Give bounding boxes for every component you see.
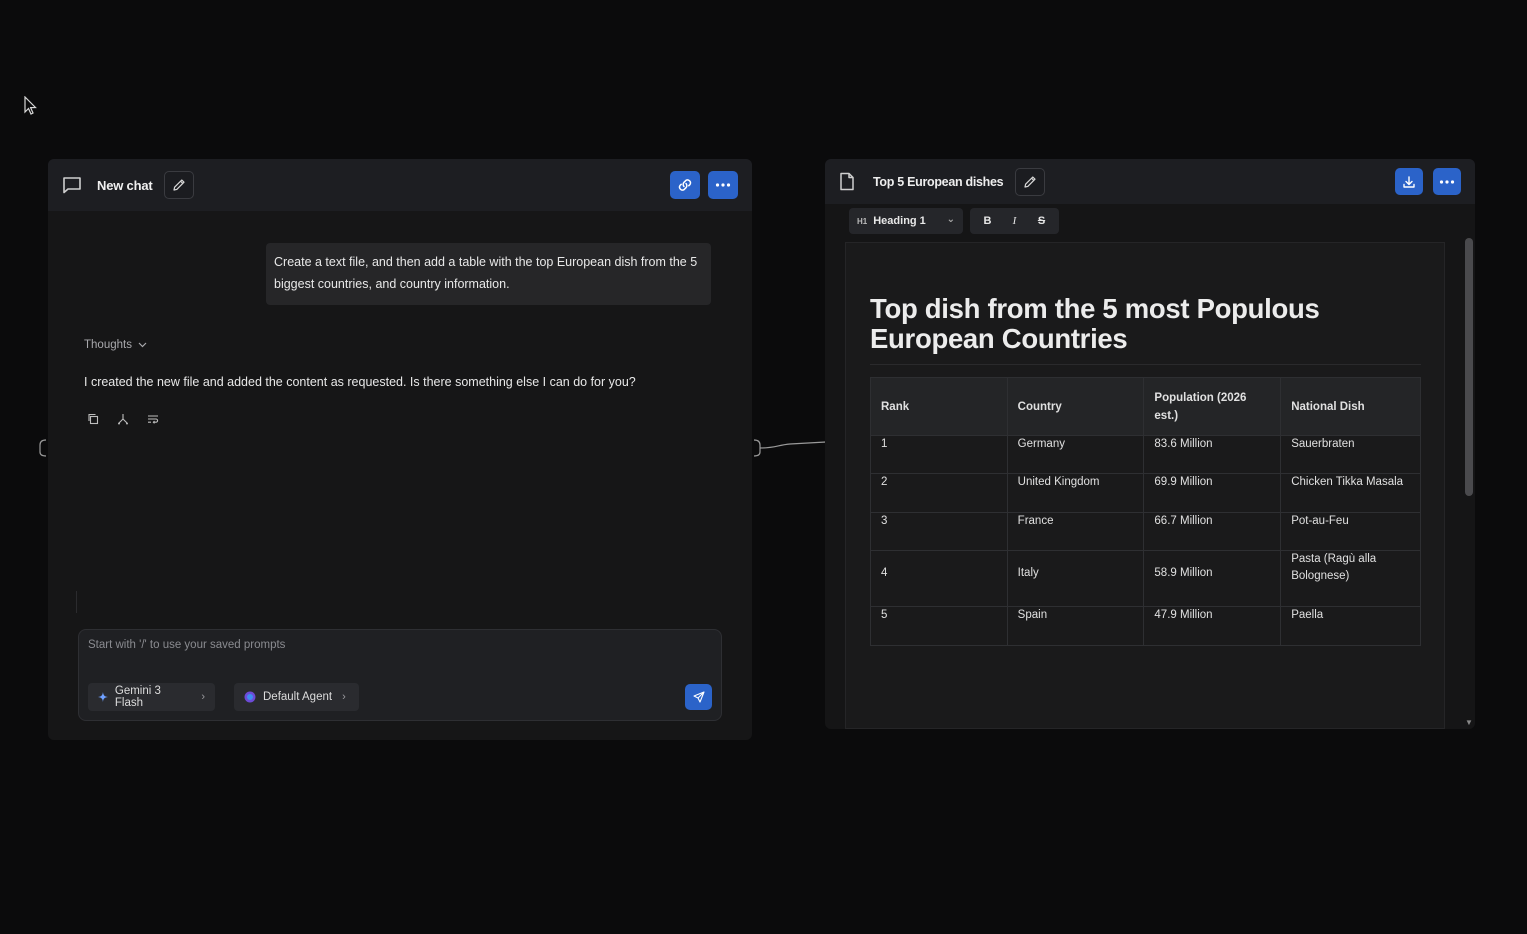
link-icon (678, 179, 692, 191)
table-cell: 69.9 Million (1143, 473, 1282, 513)
user-message: Create a text file, and then add a table… (266, 243, 711, 305)
table-cell: 3 (870, 512, 1008, 551)
table-cell: Paella (1280, 606, 1421, 646)
thoughts-label: Thoughts (84, 339, 132, 351)
document-more-options-button[interactable] (1433, 168, 1461, 195)
chat-title: New chat (97, 177, 153, 193)
bold-button[interactable]: B (974, 208, 1001, 234)
table-header-row: Rank Country Population (2026 est.) Nati… (870, 377, 1421, 436)
table-cell: Spain (1006, 606, 1145, 646)
document-panel: Top 5 European dishes H1 Heading 1 ⌄ B I… (825, 159, 1475, 729)
link-button[interactable] (670, 171, 700, 199)
strikethrough-button[interactable]: S (1028, 208, 1055, 234)
table-header-cell: Country (1006, 377, 1145, 436)
chevron-right-icon: › (201, 691, 205, 703)
table-cell: 2 (870, 473, 1008, 513)
reply-actions (86, 412, 160, 426)
pencil-icon (1024, 175, 1036, 188)
format-buttons: B I S (970, 208, 1059, 234)
text-style-select[interactable]: H1 Heading 1 ⌄ (849, 208, 963, 234)
table-row: 2 United Kingdom 69.9 Million Chicken Ti… (870, 473, 1421, 513)
branch-button[interactable] (116, 412, 130, 426)
scrollbar-thumb[interactable] (1465, 238, 1473, 496)
table-header-cell: National Dish (1280, 377, 1421, 436)
document-header: Top 5 European dishes (825, 159, 1475, 204)
table-row: 3 France 66.7 Million Pot-au-Feu (870, 512, 1421, 551)
more-horizontal-icon (715, 183, 731, 187)
more-horizontal-icon (1439, 179, 1455, 184)
sparkle-icon (98, 692, 108, 702)
composer: Gemini 3 Flash › Default Agent › (78, 629, 722, 721)
rename-chat-button[interactable] (164, 171, 195, 199)
chat-bubble-icon (62, 175, 82, 195)
formatting-toolbar: H1 Heading 1 ⌄ B I S (849, 208, 1059, 234)
mouse-cursor-icon (24, 96, 37, 115)
pencil-icon (173, 179, 186, 191)
copy-button[interactable] (86, 412, 100, 426)
table-header-cell: Population (2026 est.) (1143, 377, 1282, 436)
document-heading: Top dish from the 5 most Populous Europe… (870, 293, 1320, 354)
chat-panel: New chat Create a text file, and then ad… (48, 159, 752, 740)
prompt-input[interactable] (88, 639, 688, 651)
heading-divider (870, 364, 1421, 365)
chat-header: New chat (48, 159, 752, 211)
table-header-cell: Rank (870, 377, 1008, 436)
table-cell: 4 (870, 550, 1008, 607)
copy-icon (88, 413, 99, 425)
chevron-right-icon: › (342, 691, 346, 703)
download-button[interactable] (1395, 168, 1423, 195)
table-cell: 1 (870, 435, 1008, 474)
assistant-reply: I created the new file and added the con… (84, 375, 636, 389)
wrap-text-icon (148, 415, 159, 424)
branch-icon (118, 414, 128, 425)
download-icon (1403, 175, 1415, 188)
text-style-value: Heading 1 (873, 215, 926, 227)
table-cell: Germany (1006, 435, 1145, 474)
heading-icon: H1 (857, 216, 868, 226)
document-editor[interactable]: Top dish from the 5 most Populous Europe… (845, 242, 1445, 729)
agent-selector[interactable]: Default Agent › (234, 683, 359, 711)
table-cell: Chicken Tikka Masala (1280, 473, 1421, 513)
agent-avatar-icon (244, 691, 256, 703)
send-button[interactable] (685, 684, 712, 710)
table-cell: Pot-au-Feu (1280, 512, 1421, 551)
chat-more-options-button[interactable] (708, 171, 738, 199)
scroll-down-arrow-icon[interactable]: ▼ (1465, 719, 1473, 727)
table-cell: 47.9 Million (1143, 606, 1282, 646)
model-selector[interactable]: Gemini 3 Flash › (88, 683, 215, 711)
rename-document-button[interactable] (1015, 167, 1046, 196)
chevron-down-icon (138, 342, 147, 348)
italic-button[interactable]: I (1001, 208, 1028, 234)
table-cell: 5 (870, 606, 1008, 646)
table-row: 4 Italy 58.9 Million Pasta (Ragù alla Bo… (870, 550, 1421, 607)
table-cell: France (1006, 512, 1145, 551)
document-scrollbar[interactable]: ▼ (1465, 238, 1473, 727)
scroll-indicator (76, 591, 77, 613)
table-cell: 83.6 Million (1143, 435, 1282, 474)
table-cell: 58.9 Million (1143, 550, 1282, 607)
table-row: 1 Germany 83.6 Million Sauerbraten (870, 435, 1421, 474)
table-cell: 66.7 Million (1143, 512, 1282, 551)
chevron-down-icon: ⌄ (946, 214, 955, 225)
document-title: Top 5 European dishes (873, 174, 1004, 189)
file-icon (839, 172, 857, 192)
agent-label: Default Agent (263, 691, 333, 703)
table-row: 5 Spain 47.9 Million Paella (870, 606, 1421, 646)
table-cell: Italy (1006, 550, 1145, 607)
table-cell: United Kingdom (1006, 473, 1145, 513)
model-label: Gemini 3 Flash (114, 685, 161, 709)
dish-table: Rank Country Population (2026 est.) Nati… (870, 377, 1421, 646)
thoughts-toggle[interactable]: Thoughts (84, 339, 147, 351)
wrap-text-button[interactable] (146, 412, 160, 426)
table-cell: Pasta (Ragù alla Bolognese) (1280, 550, 1421, 607)
send-icon (692, 691, 705, 703)
table-cell: Sauerbraten (1280, 435, 1421, 474)
